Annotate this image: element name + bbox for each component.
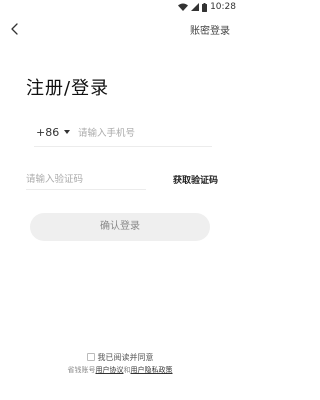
page-title: 注册/登录: [26, 78, 110, 99]
agreement-conjunction: 和: [123, 366, 131, 374]
agreement-links: 省钱账号用户协议和用户隐私政策: [0, 365, 240, 375]
status-icons: 10:28: [178, 1, 236, 13]
get-verification-code-button[interactable]: 获取验证码: [173, 173, 218, 186]
confirm-login-button[interactable]: 确认登录: [30, 213, 210, 241]
status-bar: 10:28: [0, 0, 240, 14]
dropdown-arrow-icon[interactable]: [64, 130, 70, 134]
agreement-section: 我已阅读并同意 省钱账号用户协议和用户隐私政策: [0, 351, 240, 375]
agreement-checkbox-label: 我已阅读并同意: [97, 352, 154, 362]
signal-icon: [191, 3, 200, 11]
status-time: 10:28: [210, 2, 236, 12]
wifi-icon: [178, 3, 189, 11]
country-code-selector[interactable]: +86: [36, 126, 59, 139]
verification-code-input[interactable]: [26, 170, 146, 190]
agreement-checkbox-row: 我已阅读并同意: [0, 351, 240, 363]
user-agreement-link[interactable]: 用户协议: [96, 366, 124, 374]
battery-icon: [202, 2, 208, 12]
verification-code-row: 获取验证码: [26, 167, 218, 193]
top-nav: 账密登录: [0, 16, 240, 42]
phone-number-row: +86: [34, 121, 212, 147]
agreement-prefix: 省钱账号: [67, 366, 96, 374]
back-chevron-icon[interactable]: [8, 21, 22, 37]
privacy-policy-link[interactable]: 用户隐私政策: [131, 366, 173, 374]
phone-number-input[interactable]: [78, 124, 210, 142]
account-password-login-link[interactable]: 账密登录: [190, 22, 230, 37]
agreement-checkbox[interactable]: [86, 353, 95, 361]
